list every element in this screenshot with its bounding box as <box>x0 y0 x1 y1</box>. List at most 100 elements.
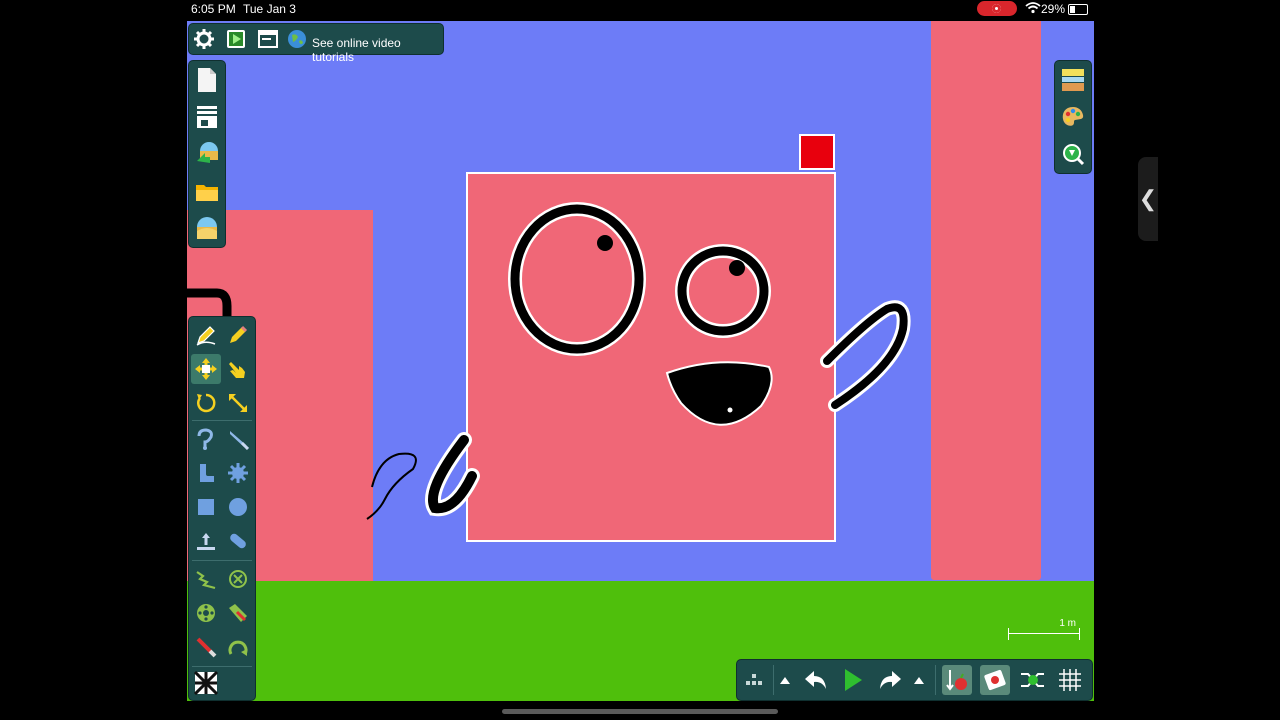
sketch-tool[interactable] <box>191 320 221 350</box>
top-toolbar: See online video tutorials <box>189 24 443 64</box>
redo-button[interactable] <box>875 665 905 695</box>
dots-grid-icon <box>746 674 762 685</box>
texture-tool[interactable] <box>191 668 221 698</box>
tracer-icon <box>229 604 247 622</box>
redo-arrow-icon <box>880 671 901 689</box>
hinge-tool[interactable] <box>191 598 221 628</box>
knife-icon <box>230 431 249 450</box>
import-scene-icon <box>197 142 218 163</box>
open-folder-button[interactable] <box>192 177 222 207</box>
new-document-icon <box>198 68 216 92</box>
scale-tool[interactable] <box>223 388 253 418</box>
scale-label: 1 m <box>1059 618 1076 629</box>
battery-percent: 29% <box>1041 2 1066 16</box>
shuffle-gear-icon <box>1021 673 1044 687</box>
air-friction-toggle[interactable] <box>980 665 1010 695</box>
new-scene-button[interactable] <box>192 65 222 95</box>
cog-shape-icon <box>228 463 248 483</box>
pen-tool[interactable] <box>223 598 253 628</box>
status-time: 6:05 PM <box>191 2 236 16</box>
rope-tool[interactable] <box>191 424 221 454</box>
right-toolbar <box>1055 61 1091 173</box>
laser-tool[interactable] <box>191 632 221 662</box>
hand-pointer-icon <box>229 362 245 378</box>
globe-icon <box>288 30 306 48</box>
fixate-tool[interactable] <box>223 564 253 594</box>
window-button[interactable] <box>253 24 283 54</box>
grid-icon <box>1059 669 1081 691</box>
home-indicator[interactable] <box>502 709 778 714</box>
pencil-sketch-icon <box>196 326 216 346</box>
right-pillar[interactable] <box>931 21 1041 580</box>
scene-canvas[interactable] <box>187 21 1094 701</box>
axle-icon <box>197 604 215 622</box>
layers-button[interactable] <box>1058 65 1088 95</box>
settings-button[interactable] <box>189 24 219 54</box>
zoom-button[interactable] <box>1058 139 1088 169</box>
scale-indicator: 1 m <box>1008 618 1080 646</box>
color-palette-button[interactable] <box>1058 102 1088 132</box>
pencil-tool[interactable] <box>223 320 253 350</box>
laser-pen-icon <box>196 637 217 658</box>
rotate-tool[interactable] <box>191 388 221 418</box>
circle-shape-icon <box>229 498 247 516</box>
wifi-icon <box>1025 1 1041 18</box>
circle-tool[interactable] <box>223 492 253 522</box>
play-button[interactable] <box>838 665 868 695</box>
undo-button[interactable] <box>801 665 831 695</box>
spring-icon <box>196 571 216 590</box>
loop-tool[interactable] <box>223 632 253 662</box>
caret-up-icon <box>780 677 790 684</box>
card-icon <box>984 669 1006 691</box>
palette-icon <box>1062 107 1084 126</box>
freeform-shape-icon <box>200 464 214 482</box>
thruster-tool[interactable] <box>223 526 253 556</box>
gravity-toggle[interactable] <box>942 665 972 695</box>
magnifier-icon <box>1063 144 1085 166</box>
main-box-character[interactable] <box>466 172 836 542</box>
folder-icon <box>196 185 218 201</box>
gravity-apple-icon <box>946 670 967 691</box>
controllers-button[interactable] <box>1018 665 1048 695</box>
template-icon <box>197 106 217 128</box>
grid-button[interactable] <box>1055 665 1085 695</box>
gear-icon <box>194 29 214 49</box>
move-tool[interactable] <box>191 354 221 384</box>
resize-arrows-icon <box>229 394 247 412</box>
chevron-left-icon: ❮ <box>1138 186 1158 211</box>
polygon-tool[interactable] <box>191 458 221 488</box>
save-button[interactable] <box>192 214 222 244</box>
selection-marker[interactable] <box>799 134 835 170</box>
status-bar: 6:05 PM Tue Jan 3 29% <box>0 0 1280 18</box>
drag-tool[interactable] <box>223 354 253 384</box>
background-layers-icon <box>1062 69 1084 91</box>
side-panel-handle[interactable]: ❮ <box>1138 157 1158 241</box>
box-tool[interactable] <box>191 492 221 522</box>
arc-arrow-icon <box>228 640 248 656</box>
gear-shape-tool[interactable] <box>223 458 253 488</box>
grid-select-button[interactable] <box>739 665 769 695</box>
redo-menu-button[interactable] <box>909 665 929 695</box>
save-scene-icon <box>197 217 217 239</box>
simulation-toolbar <box>737 660 1092 700</box>
undo-menu-button[interactable] <box>775 665 795 695</box>
undo-arrow-icon <box>805 671 826 689</box>
rotate-icon <box>197 393 216 413</box>
move-arrows-icon <box>195 358 217 380</box>
cut-tool[interactable] <box>223 424 253 454</box>
screen-recording-icon <box>977 1 1017 16</box>
tutorials-label: See online video tutorials <box>312 36 401 64</box>
import-button[interactable] <box>192 138 222 168</box>
caret-up-icon <box>914 677 924 684</box>
fixate-x-icon <box>229 570 247 588</box>
status-date: Tue Jan 3 <box>243 2 296 16</box>
plane-tool[interactable] <box>191 526 221 556</box>
spring-tool[interactable] <box>191 564 221 594</box>
play-mode-button[interactable] <box>221 24 251 54</box>
play-window-icon <box>227 30 245 48</box>
spiral-pattern-icon <box>194 671 218 695</box>
play-icon <box>845 669 862 691</box>
file-toolbar <box>189 61 225 247</box>
template-button[interactable] <box>192 102 222 132</box>
square-shape-icon <box>198 499 214 515</box>
